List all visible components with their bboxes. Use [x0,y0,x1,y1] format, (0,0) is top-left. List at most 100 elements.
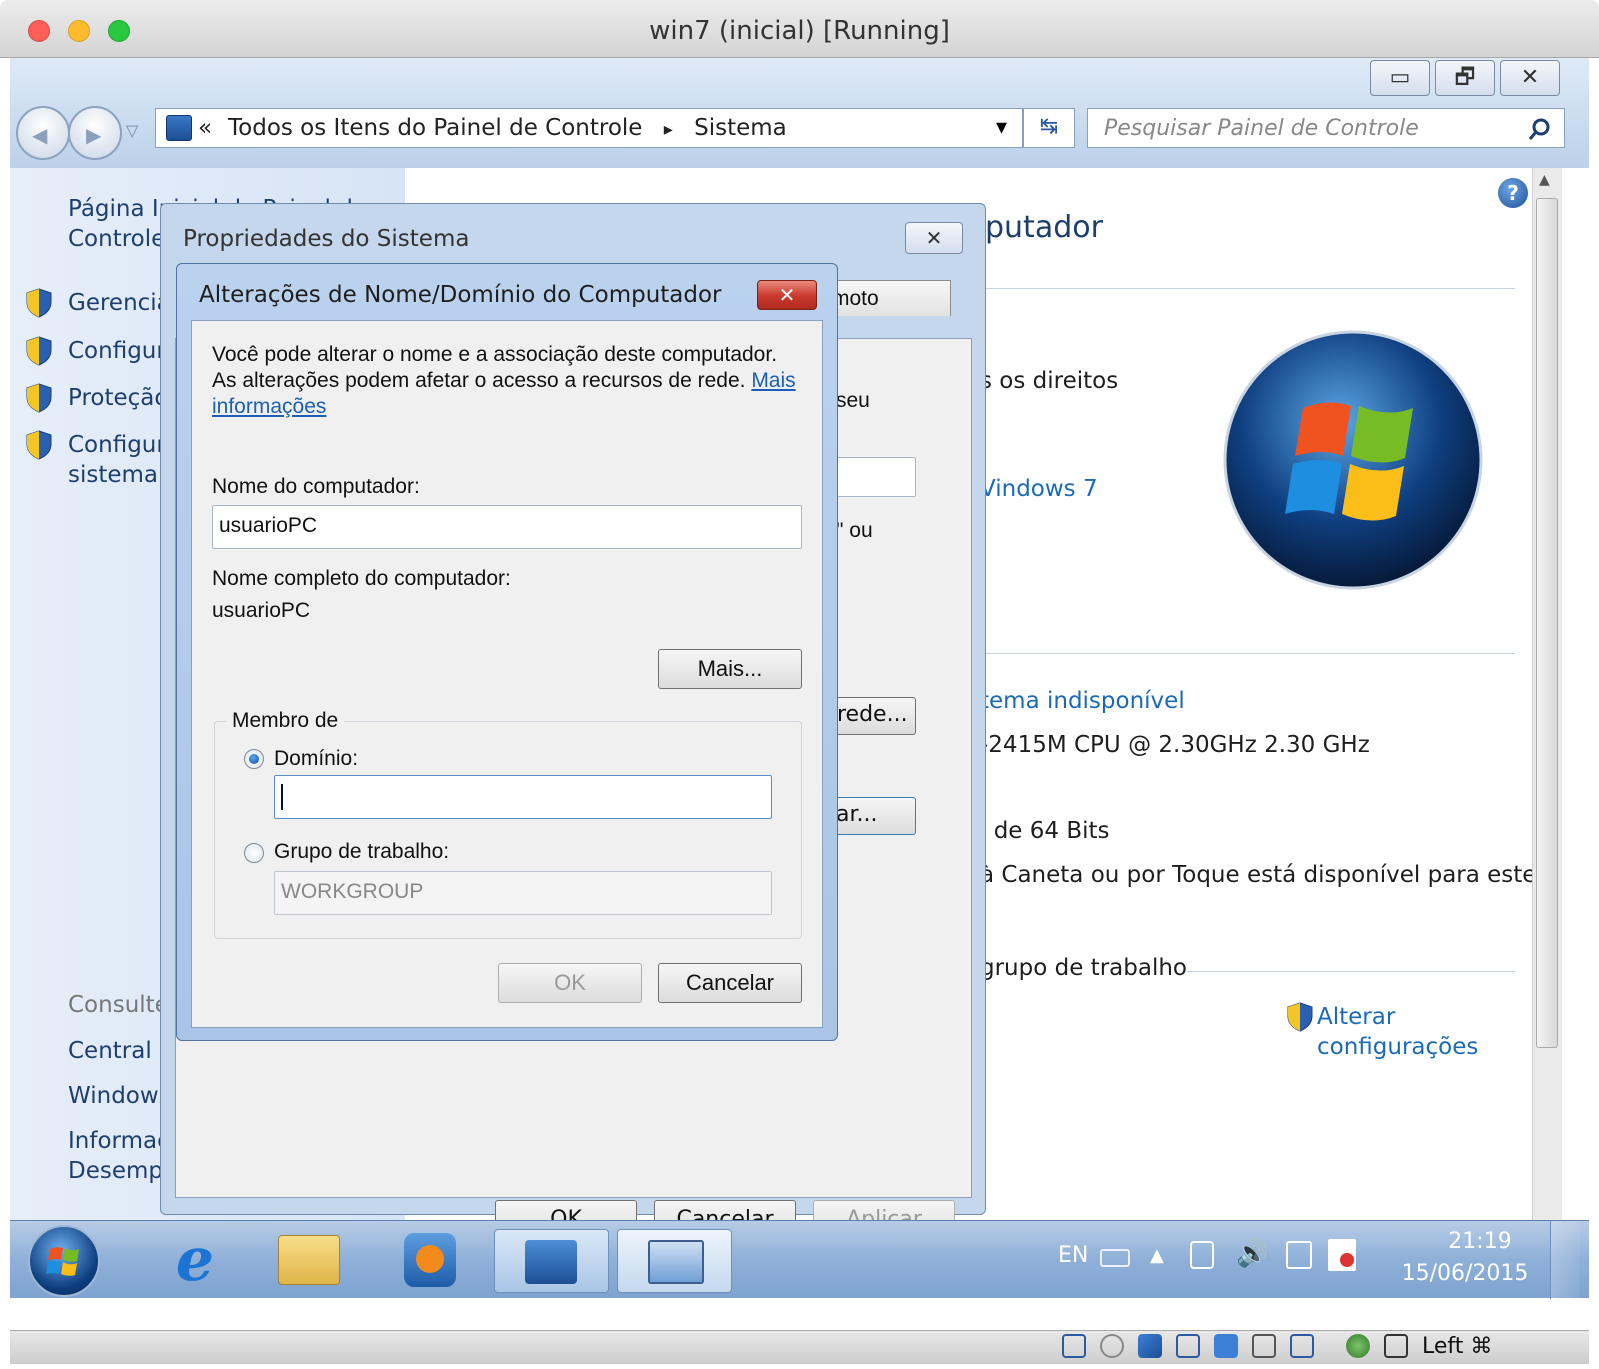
windows7-link[interactable]: Vindows 7 [980,476,1098,502]
volume-icon[interactable]: 🔊 [1236,1239,1268,1269]
control-panel-icon [525,1240,577,1284]
domain-input[interactable] [274,775,772,819]
close-button[interactable]: ✕ [757,280,817,310]
keyboard-icon[interactable] [1100,1249,1130,1267]
intro-text-line2: As alterações podem afetar o acesso a re… [212,369,796,393]
help-icon[interactable]: ? [1498,178,1528,208]
radio-selected-dot [249,754,259,764]
change-settings-link-line2[interactable]: configurações [1317,1034,1478,1060]
back-button[interactable]: ◀ [16,106,70,160]
domain-label: Domínio: [274,747,359,770]
action-center-icon[interactable] [1190,1241,1214,1269]
optical-drive-icon[interactable] [1100,1334,1124,1358]
shared-folders-icon[interactable] [1176,1334,1200,1358]
hard-disk-icon[interactable] [1062,1334,1086,1358]
copyright-text: s os direitos [980,368,1119,394]
vm-status-bar: Left ⌘ [10,1330,1589,1364]
intro-text: Você pode alterar o nome e a associação … [212,343,778,366]
member-of-label: Membro de [226,709,345,733]
start-button[interactable] [28,1225,100,1297]
text-cursor [281,784,283,810]
more-info-link-line2[interactable]: informações [212,395,326,419]
recent-pages-icon[interactable]: ▽ [126,121,138,140]
file-explorer-icon[interactable] [278,1235,340,1285]
breadcrumb-all-items[interactable]: Todos os Itens do Painel de Controle [228,115,642,141]
shield-icon [1287,1002,1313,1032]
network-icon[interactable] [1286,1241,1312,1269]
computer-name-label: Nome do computador: [212,475,420,498]
dialog-title: Propriedades do Sistema [183,226,470,252]
control-panel-icon [166,115,192,141]
search-box[interactable]: Pesquisar Painel de Controle [1087,108,1565,148]
refresh-button[interactable]: ↹ [1023,108,1075,148]
vertical-scrollbar[interactable]: ▲ ▼ [1532,168,1562,1278]
internet-explorer-icon[interactable]: e [160,1227,230,1293]
pen-touch-text: à Caneta ou por Toque está disponível pa… [980,862,1537,888]
rating-link[interactable]: tema indisponível [980,688,1185,714]
computer-name-input[interactable]: usuarioPC [212,505,802,549]
close-window-button[interactable]: ✕ [1500,60,1560,96]
panel-text-fragment: " ou [836,519,873,542]
full-name-label: Nome completo do computador: [212,567,511,590]
full-name-value: usuarioPC [212,599,311,622]
more-info-link[interactable]: Mais [751,369,795,392]
page-heading: putador [985,210,1103,245]
system-properties-taskbar-button[interactable] [617,1229,732,1293]
language-indicator[interactable]: EN [1058,1243,1088,1268]
change-settings-link[interactable]: Alterar [1317,1004,1395,1030]
domain-radio[interactable] [244,749,264,769]
divider [985,653,1515,654]
scroll-up-icon[interactable]: ▲ [1539,172,1550,188]
vm-screen: ▭ 🗗 ✕ ◀ ▶ ▽ « Todos os Itens do Painel d… [10,58,1589,1330]
restore-button[interactable]: 🗗 [1435,60,1495,96]
divider [1185,971,1515,972]
divider [985,288,1515,289]
intro-text-part: As alterações podem afetar o acesso a re… [212,369,746,392]
description-field[interactable] [826,457,916,497]
breadcrumb-chevron[interactable]: « [198,115,212,141]
clock-time[interactable]: 21:19 [1440,1229,1520,1254]
guest-additions-icon[interactable] [1346,1334,1370,1358]
display-icon[interactable] [1214,1334,1238,1358]
workgroup-input[interactable]: WORKGROUP [274,871,772,915]
show-desktop-button[interactable] [1550,1221,1580,1299]
mac-title-bar: win7 (inicial) [Running] [0,0,1599,58]
media-player-icon[interactable] [404,1233,456,1287]
usb-icon[interactable] [1138,1334,1162,1358]
more-button[interactable]: Mais... [658,649,802,689]
cp-home-link-line2[interactable]: Controle [68,226,165,252]
windows-logo-icon [1223,330,1483,590]
breadcrumb-separator-icon[interactable]: ▸ [664,119,673,140]
video-capture-icon[interactable] [1290,1334,1314,1358]
ok-button[interactable]: OK [498,963,642,1003]
flag-alert-icon[interactable] [1328,1239,1356,1271]
dialog-body: Você pode alterar o nome e a associação … [191,320,823,1028]
workgroup-radio[interactable] [244,843,264,863]
address-bar[interactable]: « Todos os Itens do Painel de Controle ▸… [155,108,1023,148]
control-panel-taskbar-button[interactable] [494,1229,609,1293]
keyboard-capture-icon[interactable] [1384,1334,1408,1358]
mac-window-title: win7 (inicial) [Running] [649,16,950,46]
panel-text-fragment: seu [836,389,870,412]
forward-button[interactable]: ▶ [68,106,122,160]
tab-remote[interactable]: moto [821,280,951,316]
name-domain-dialog: Alterações de Nome/Domínio do Computador… [176,263,838,1041]
show-hidden-icons-icon[interactable]: ▲ [1150,1245,1164,1266]
close-button[interactable]: ✕ [905,222,963,254]
advanced-settings-link-line2[interactable]: sistema [68,462,158,488]
address-dropdown-icon[interactable]: ▾ [996,115,1007,140]
network-adapter-icon[interactable] [1252,1334,1276,1358]
breadcrumb-system[interactable]: Sistema [694,115,787,141]
minimize-button[interactable]: ▭ [1370,60,1430,96]
search-icon[interactable] [1528,117,1552,141]
dialog-title: Alterações de Nome/Domínio do Computador [199,282,722,308]
processor-text: -2415M CPU @ 2.30GHz 2.30 GHz [980,732,1370,758]
section-heading: grupo de trabalho [980,955,1187,981]
scroll-thumb[interactable] [1536,198,1558,1048]
forward-arrow-icon: ▶ [86,123,102,147]
clock-date[interactable]: 15/06/2015 [1400,1261,1530,1286]
shield-icon [26,383,52,413]
cancel-button[interactable]: Cancelar [658,963,802,1003]
alert-red-badge [1340,1253,1354,1267]
media-player-play-icon [416,1245,444,1273]
